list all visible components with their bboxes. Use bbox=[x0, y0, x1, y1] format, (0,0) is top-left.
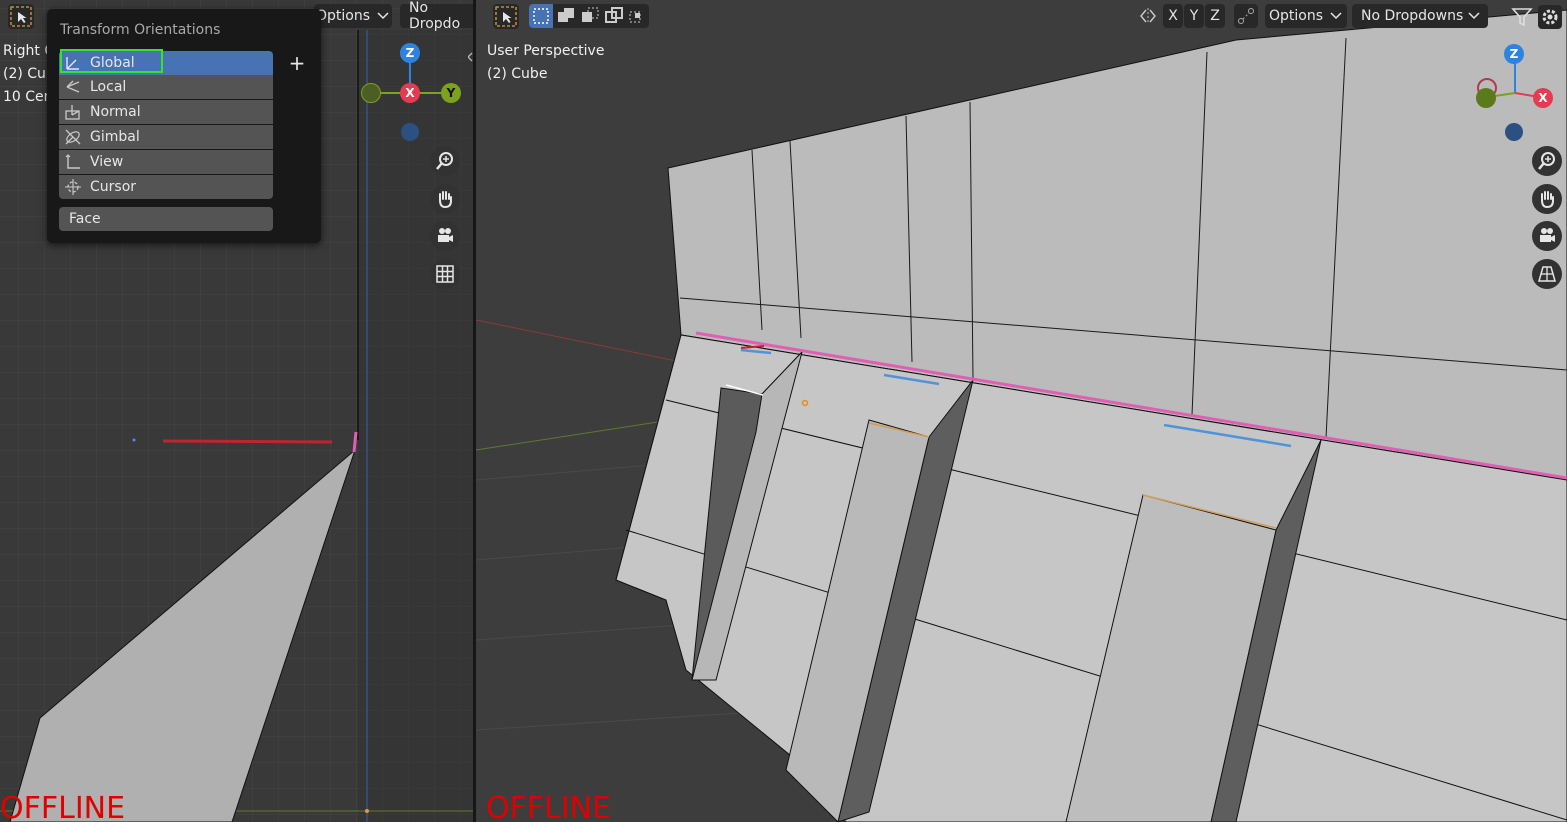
perspective-toggle-button[interactable] bbox=[1532, 259, 1562, 289]
options-label: Options bbox=[1268, 8, 1324, 24]
settings-button[interactable] bbox=[1538, 5, 1562, 29]
select-subtract-icon bbox=[582, 7, 599, 22]
mirror-z-toggle[interactable]: Z bbox=[1205, 4, 1225, 28]
offline-label: OFFLINE bbox=[0, 791, 126, 822]
gizmo-y-axis[interactable]: Y bbox=[441, 83, 461, 103]
add-orientation-button[interactable]: + bbox=[287, 51, 307, 75]
offline-label: OFFLINE bbox=[486, 791, 612, 822]
pan-button[interactable] bbox=[1532, 184, 1562, 214]
gizmo-x-axis[interactable]: X bbox=[400, 83, 420, 103]
zoom-icon bbox=[436, 152, 453, 170]
normal-orientation-icon bbox=[62, 101, 84, 123]
merge-vertices-icon bbox=[1238, 8, 1254, 24]
select-cursor-icon bbox=[10, 6, 32, 27]
select-cursor-icon bbox=[495, 6, 517, 27]
gizmo-z-axis[interactable]: Z bbox=[400, 43, 420, 63]
dropdown-label: No Dropdowns bbox=[1361, 8, 1464, 24]
hand-icon bbox=[1541, 191, 1554, 209]
select-invert-button[interactable] bbox=[602, 4, 626, 28]
select-tool-button[interactable] bbox=[493, 4, 519, 29]
gimbal-orientation-icon bbox=[62, 126, 84, 148]
ortho-toggle-button[interactable] bbox=[430, 259, 460, 289]
options-dropdown[interactable]: Options bbox=[1265, 4, 1347, 28]
orientation-global-label: Global bbox=[90, 55, 135, 71]
perspective-grid-icon bbox=[1538, 266, 1556, 282]
select-subtract-button[interactable] bbox=[578, 4, 602, 28]
select-new-button[interactable] bbox=[529, 4, 553, 28]
select-mode-group bbox=[529, 4, 649, 28]
orientation-name-field[interactable]: Face bbox=[59, 207, 273, 231]
no-dropdown-selector[interactable]: No Dropdo bbox=[400, 0, 473, 32]
no-dropdowns-selector[interactable]: No Dropdowns bbox=[1352, 4, 1488, 28]
right-viewport[interactable]: X Y Z Options No Dropdowns User Perspect… bbox=[476, 0, 1567, 822]
grid-icon bbox=[436, 265, 454, 283]
select-box-new-icon bbox=[533, 8, 549, 24]
pan-button[interactable] bbox=[430, 184, 460, 214]
gizmo-y-axis[interactable] bbox=[1476, 88, 1496, 108]
mirror-x-toggle[interactable]: X bbox=[1163, 4, 1183, 28]
orientation-normal[interactable]: Normal bbox=[59, 100, 273, 124]
camera-view-button[interactable] bbox=[430, 221, 460, 251]
gear-icon bbox=[1542, 9, 1558, 25]
gizmo-neg-y-axis[interactable] bbox=[361, 83, 381, 103]
chevron-down-icon bbox=[377, 12, 389, 20]
orientation-global[interactable]: Global bbox=[59, 51, 273, 75]
transform-orientations-menu: Transform Orientations Global Local Norm… bbox=[47, 9, 321, 243]
filter-icon bbox=[1511, 8, 1533, 27]
camera-icon bbox=[1540, 228, 1555, 242]
orientation-gimbal[interactable]: Gimbal bbox=[59, 125, 273, 149]
select-invert-icon bbox=[605, 7, 623, 23]
orientation-local-label: Local bbox=[90, 79, 127, 95]
dropdown-label: No Dropdo bbox=[409, 0, 461, 32]
chevron-down-icon bbox=[1330, 12, 1342, 20]
orientation-cursor-label: Cursor bbox=[90, 179, 137, 195]
filter-button[interactable] bbox=[1511, 6, 1533, 28]
orientation-local[interactable]: Local bbox=[59, 75, 273, 99]
select-intersect-icon bbox=[629, 11, 641, 23]
mirror-y-toggle[interactable]: Y bbox=[1184, 4, 1204, 28]
select-extend-icon bbox=[558, 8, 574, 22]
orientation-cursor[interactable]: Cursor bbox=[59, 175, 273, 199]
hand-icon bbox=[439, 191, 452, 209]
menu-title: Transform Orientations bbox=[60, 22, 221, 38]
view-orientation-icon bbox=[62, 151, 84, 173]
right-viewport-canvas bbox=[476, 0, 1567, 822]
view-perspective-text: User Perspective bbox=[487, 43, 605, 59]
mirror-toggle[interactable] bbox=[1138, 6, 1158, 26]
options-label: Options bbox=[315, 8, 371, 24]
select-intersect-button[interactable] bbox=[626, 4, 649, 28]
chevron-down-icon bbox=[1468, 12, 1480, 20]
zoom-button[interactable] bbox=[430, 146, 460, 176]
select-extend-button[interactable] bbox=[554, 4, 578, 28]
zoom-button[interactable] bbox=[1532, 146, 1562, 176]
scale-text: 10 Cen bbox=[3, 89, 53, 105]
camera-icon bbox=[438, 228, 453, 242]
auto-merge-toggle[interactable] bbox=[1234, 4, 1258, 28]
zoom-icon bbox=[1538, 152, 1555, 170]
select-tool-button[interactable] bbox=[8, 4, 34, 29]
right-viewport-header: X Y Z Options No Dropdowns bbox=[476, 0, 1567, 32]
gizmo-neg-z-axis[interactable] bbox=[1505, 123, 1523, 141]
global-orientation-icon bbox=[62, 52, 84, 74]
gizmo-x-axis[interactable]: X bbox=[1533, 88, 1553, 108]
object-name-text: (2) Cube bbox=[487, 66, 548, 82]
cursor-orientation-icon bbox=[62, 176, 84, 198]
orientation-normal-label: Normal bbox=[90, 104, 141, 120]
orientation-gimbal-label: Gimbal bbox=[90, 129, 140, 145]
mirror-icon bbox=[1140, 8, 1156, 24]
camera-view-button[interactable] bbox=[1532, 221, 1562, 251]
orientation-view-label: View bbox=[90, 154, 124, 170]
gizmo-z-axis[interactable]: Z bbox=[1504, 44, 1524, 64]
options-dropdown[interactable]: Options bbox=[314, 4, 392, 28]
local-orientation-icon bbox=[62, 76, 84, 98]
orientation-view[interactable]: View bbox=[59, 150, 273, 174]
gizmo-neg-z-axis[interactable] bbox=[401, 123, 419, 141]
